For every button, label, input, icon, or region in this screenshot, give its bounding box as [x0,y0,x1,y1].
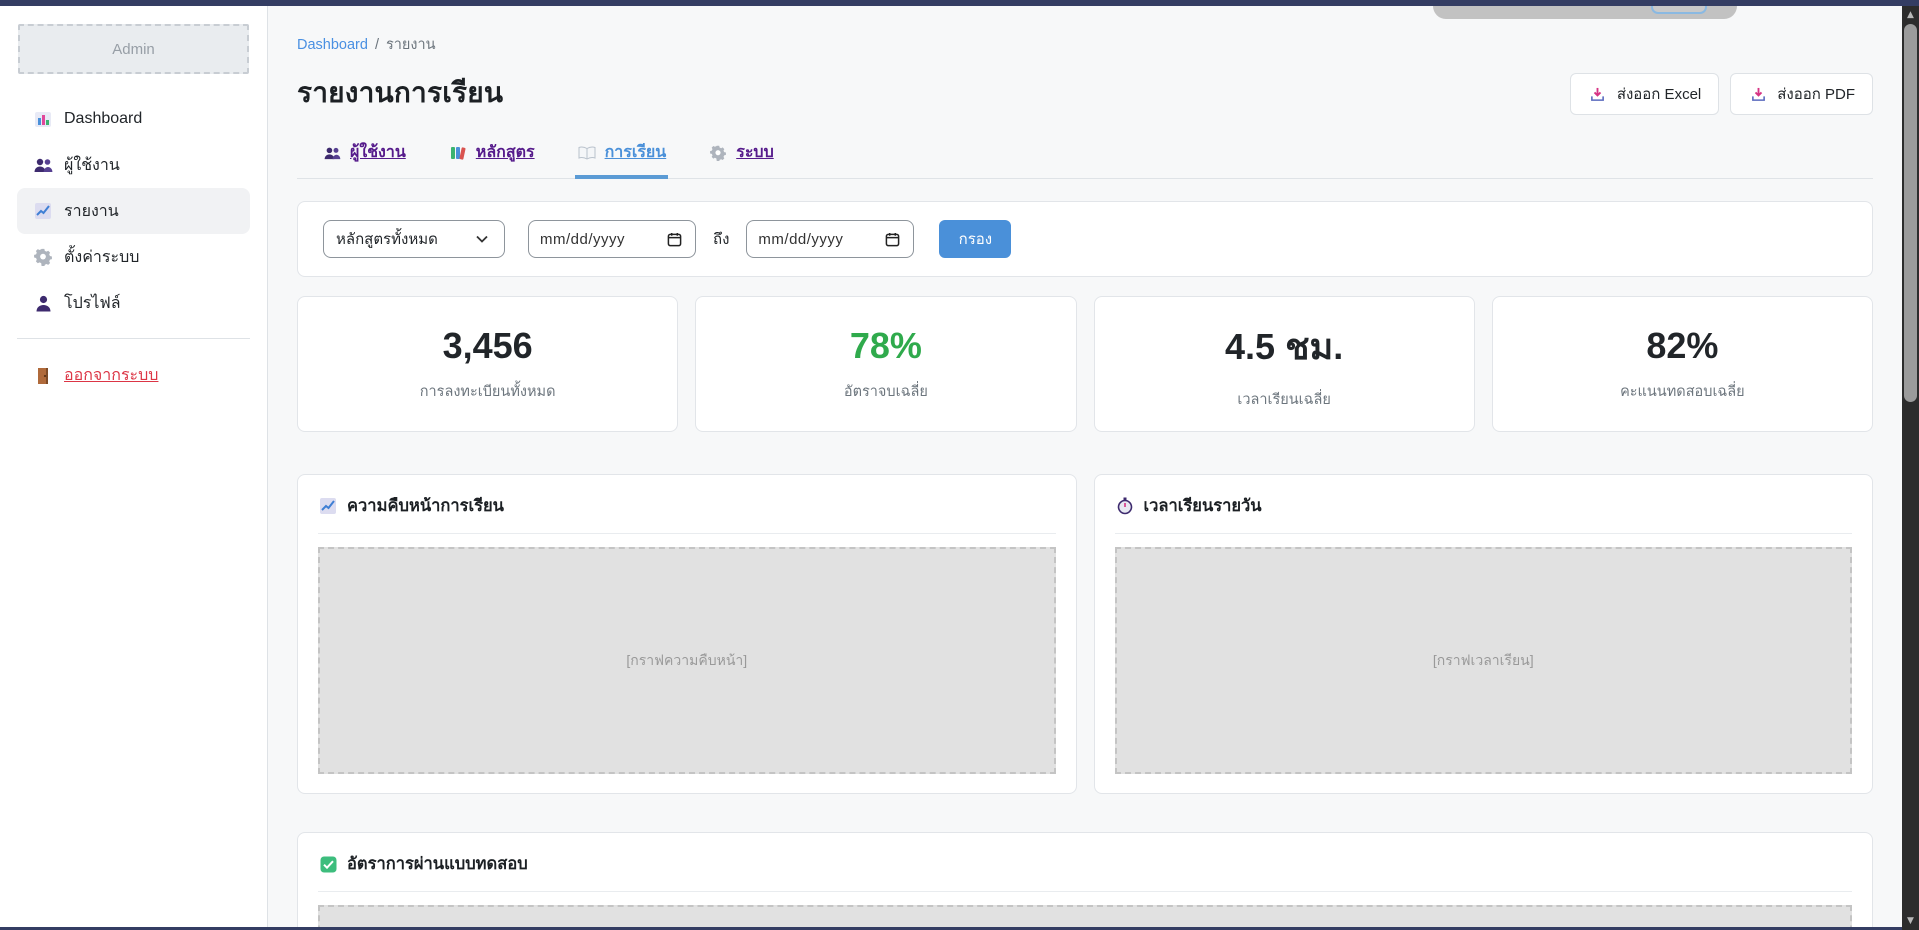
panel-divider [318,891,1852,892]
date-to-value: mm/dd/yyyy [758,231,843,248]
calendar-icon [882,229,902,249]
chart-increasing-icon [318,496,338,516]
door-icon [33,366,53,386]
sidebar-item-label: โปรไฟล์ [64,291,121,316]
stat-label: เวลาเรียนเฉลี่ย [1237,388,1331,411]
quiz-pass-rate-panel: อัตราการผ่านแบบทดสอบ [297,832,1873,930]
learning-progress-panel: ความคืบหน้าการเรียน [กราฟความคืบหน้า] [297,474,1077,794]
stats-row: 3,456 การลงทะเบียนทั้งหมด 78% อัตราจบเฉล… [297,296,1873,432]
tab-label: ผู้ใช้งาน [350,140,406,165]
bar-chart-icon [33,109,53,129]
scroll-down-arrow[interactable]: ▼ [1902,914,1919,928]
export-buttons: ส่งออก Excel ส่งออก PDF [1570,73,1873,115]
breadcrumb-separator: / [375,37,379,53]
filter-bar: หลักสูตรทั้งหมด mm/dd/yyyy ถึง mm/dd/yyy… [297,201,1873,277]
filter-button[interactable]: กรอง [939,220,1011,258]
scrollbar-thumb[interactable] [1904,24,1917,402]
tab-courses[interactable]: หลักสูตร [446,140,537,179]
sidebar-item-label: ตั้งค่าระบบ [64,245,139,270]
calendar-icon [664,229,684,249]
panel-title: ความคืบหน้าการเรียน [347,493,504,519]
stopwatch-icon [1115,496,1135,516]
stat-value: 4.5 ชม. [1225,318,1343,375]
sidebar-item-label: Dashboard [64,110,142,128]
tab-learning[interactable]: การเรียน [575,140,669,179]
report-tabs: ผู้ใช้งาน หลักสูตร การเรียน ระบบ [297,140,1873,179]
window-top-edge [0,0,1919,6]
breadcrumb-dashboard-link[interactable]: Dashboard [297,37,368,53]
breadcrumb-current: รายงาน [386,37,436,53]
panel-divider [318,533,1056,534]
date-from-value: mm/dd/yyyy [540,231,625,248]
logout-label: ออกจากระบบ [64,363,158,388]
sidebar-item-label: ผู้ใช้งาน [64,153,120,178]
sidebar-item-reports[interactable]: รายงาน [17,188,250,234]
date-range-to-label: ถึง [713,227,729,251]
tab-users[interactable]: ผู้ใช้งาน [320,140,408,179]
date-to-input[interactable]: mm/dd/yyyy [746,220,914,258]
charts-row: ความคืบหน้าการเรียน [กราฟความคืบหน้า] เว… [297,474,1873,794]
sidebar-nav: Dashboard ผู้ใช้งาน รายงาน ตั้งค่าระบบ โ… [0,96,267,326]
open-book-icon [577,143,597,163]
tab-label: การเรียน [605,140,667,165]
stat-label: การลงทะเบียนทั้งหมด [420,380,556,403]
progress-chart-placeholder: [กราฟความคืบหน้า] [318,547,1056,774]
sidebar-item-label: รายงาน [64,199,119,224]
chart-increasing-icon [33,201,53,221]
tab-label: หลักสูตร [476,140,535,165]
breadcrumb: Dashboard / รายงาน [297,33,1873,56]
stat-value: 78% [850,325,922,367]
export-excel-button[interactable]: ส่งออก Excel [1570,73,1719,115]
tab-label: ระบบ [736,140,774,165]
export-excel-label: ส่งออก Excel [1617,82,1701,106]
sidebar-item-dashboard[interactable]: Dashboard [17,96,250,142]
course-filter-select[interactable]: หลักสูตรทั้งหมด [323,220,505,258]
download-icon [1588,84,1608,104]
panel-title: เวลาเรียนรายวัน [1144,493,1262,519]
popup-button[interactable] [1651,6,1707,14]
sidebar-item-settings[interactable]: ตั้งค่าระบบ [17,234,250,280]
panel-title: อัตราการผ่านแบบทดสอบ [347,851,528,877]
gear-icon [708,143,728,163]
users-icon [33,155,53,175]
stat-card-avg-study-time: 4.5 ชม. เวลาเรียนเฉลี่ย [1094,296,1475,432]
logout-link[interactable]: ออกจากระบบ [17,363,250,388]
stat-label: คะแนนทดสอบเฉลี่ย [1620,380,1745,403]
date-from-input[interactable]: mm/dd/yyyy [528,220,696,258]
stat-card-avg-test-score: 82% คะแนนทดสอบเฉลี่ย [1492,296,1873,432]
stat-value: 82% [1646,325,1718,367]
tab-system[interactable]: ระบบ [706,140,776,179]
stat-label: อัตราจบเฉลี่ย [844,380,928,403]
person-icon [33,293,53,313]
page-title: รายงานการเรียน [297,71,503,115]
chevron-down-icon [472,229,492,249]
users-icon [322,143,342,163]
vertical-scrollbar[interactable]: ▲ ▼ [1902,6,1919,930]
brand-placeholder: Admin [18,24,249,74]
main-content: Dashboard / รายงาน รายงานการเรียน ส่งออก E… [269,6,1902,930]
study-time-chart-placeholder: [กราฟเวลาเรียน] [1115,547,1853,774]
check-mark-icon [318,854,338,874]
download-icon [1748,84,1768,104]
stat-value: 3,456 [443,325,533,367]
scroll-up-arrow[interactable]: ▲ [1902,8,1919,22]
books-icon [448,143,468,163]
export-pdf-label: ส่งออก PDF [1777,82,1855,106]
sidebar-divider [17,338,250,339]
stat-card-total-enrollments: 3,456 การลงทะเบียนทั้งหมด [297,296,678,432]
sidebar-item-profile[interactable]: โปรไฟล์ [17,280,250,326]
gear-icon [33,247,53,267]
stat-card-avg-completion-rate: 78% อัตราจบเฉลี่ย [695,296,1076,432]
sidebar: Admin Dashboard ผู้ใช้งาน รายงาน ตั้งค่า… [0,6,268,930]
browser-popup-remnant [1433,6,1737,19]
sidebar-item-users[interactable]: ผู้ใช้งาน [17,142,250,188]
panel-divider [1115,533,1853,534]
course-filter-value: หลักสูตรทั้งหมด [336,227,438,251]
export-pdf-button[interactable]: ส่งออก PDF [1730,73,1873,115]
daily-study-time-panel: เวลาเรียนรายวัน [กราฟเวลาเรียน] [1094,474,1874,794]
